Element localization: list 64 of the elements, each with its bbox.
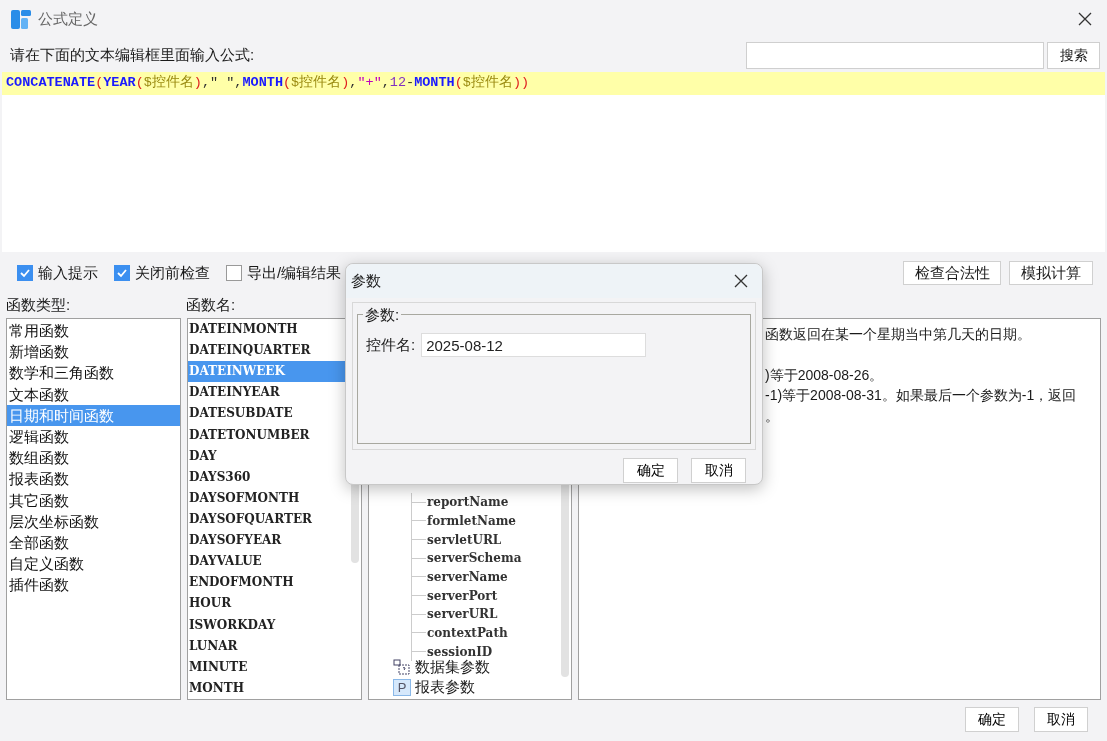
types-label: 函数类型: [6, 294, 72, 315]
check-icon [19, 267, 31, 279]
input-field[interactable]: 2025-08-12 [421, 333, 647, 357]
search-button[interactable]: 搜索 [1047, 41, 1100, 69]
check-icon [116, 267, 128, 279]
function-item[interactable]: DAYSOFQUARTER [188, 509, 361, 531]
type-item[interactable]: 报表函数 [7, 468, 180, 490]
app-logo-icon [10, 8, 32, 30]
field-label: 控件名: [366, 334, 416, 355]
type-item[interactable]: 自定义函数 [7, 553, 180, 575]
dialog-button[interactable]: 确定 [965, 707, 1019, 732]
function-item[interactable]: DAYSOFMONTH [188, 487, 361, 509]
checkbox[interactable] [114, 265, 130, 281]
function-item[interactable]: HOUR [188, 593, 361, 615]
checkbox[interactable] [226, 265, 242, 281]
type-item[interactable]: 其它函数 [7, 489, 180, 511]
dialog-button[interactable]: 确定 [623, 458, 678, 483]
type-item[interactable]: 全部函数 [7, 531, 180, 554]
tree-leaf[interactable]: serverURL [427, 605, 498, 624]
search-field[interactable] [746, 41, 1044, 69]
type-item[interactable]: 数组函数 [7, 447, 180, 469]
type-item[interactable]: 数学和三角函数 [7, 362, 180, 384]
tree-leaf[interactable]: reportName [427, 493, 509, 512]
checkbox-label: 关闭前检查 [135, 262, 210, 283]
tree-leaf[interactable]: servletURL [427, 530, 502, 549]
close-icon[interactable] [734, 274, 748, 288]
action-button[interactable]: 检查合法性 [903, 261, 1001, 285]
function-item[interactable]: MINUTE [188, 656, 361, 678]
formula-editor[interactable]: CONCATENATE(YEAR($控件名)," ",MONTH($控件名),"+",12-MONTH($控件名)) [2, 72, 1105, 252]
dialog-button[interactable]: 取消 [1034, 707, 1088, 732]
tree-leaf[interactable]: serverSchema [427, 549, 522, 568]
tree-leaf[interactable]: serverPort [427, 586, 498, 605]
type-item[interactable]: 新增函数 [7, 341, 180, 363]
description-line: 。 [765, 406, 780, 426]
prompt-label: 请在下面的文本编辑框里面输入公式: [10, 44, 255, 65]
function-item[interactable]: DAYSOFYEAR [188, 530, 361, 552]
type-item[interactable]: 文本函数 [7, 383, 180, 405]
type-item[interactable]: 逻辑函数 [7, 425, 180, 448]
parameter-icon: P [393, 678, 411, 696]
type-item[interactable]: 插件函数 [7, 574, 180, 596]
tree-leaf[interactable]: formletName [427, 511, 516, 530]
dialog-button[interactable]: 取消 [691, 458, 746, 483]
tree-leaf[interactable]: serverName [427, 567, 508, 586]
function-item[interactable]: ENDOFMONTH [188, 572, 361, 594]
function-item[interactable]: LUNAR [188, 635, 361, 657]
function-item[interactable]: ISWORKDAY [188, 614, 361, 636]
checkbox-label: 导出/编辑结果 [247, 262, 342, 283]
type-item[interactable]: 常用函数 [7, 320, 180, 342]
names-label: 函数名: [186, 294, 236, 315]
tree-leaf[interactable]: contextPath [427, 623, 508, 642]
type-item[interactable]: 层次坐标函数 [7, 510, 180, 532]
description-line: -1)等于2008-08-31。如果最后一个参数为-1，返回 [765, 386, 1078, 405]
description-line: )等于2008-08-26。 [765, 365, 885, 385]
action-button[interactable]: 模拟计算 [1009, 261, 1093, 285]
function-item[interactable]: DAYVALUE [188, 551, 361, 573]
description-line: 函数返回在某一个星期当中第几天的日期。 [765, 325, 1032, 344]
formula-text: CONCATENATE(YEAR($控件名)," ",MONTH($控件名),"+",12-MONTH($控件名)) [6, 73, 530, 93]
checkbox[interactable] [17, 265, 33, 281]
window-title: 公式定义 [38, 8, 98, 29]
checkbox-label: 输入提示 [38, 262, 98, 283]
function-item[interactable]: MONTH [188, 677, 361, 699]
dataset-icon [393, 659, 411, 675]
close-icon[interactable] [1078, 12, 1092, 26]
dialog-title: 参数 [351, 270, 381, 291]
